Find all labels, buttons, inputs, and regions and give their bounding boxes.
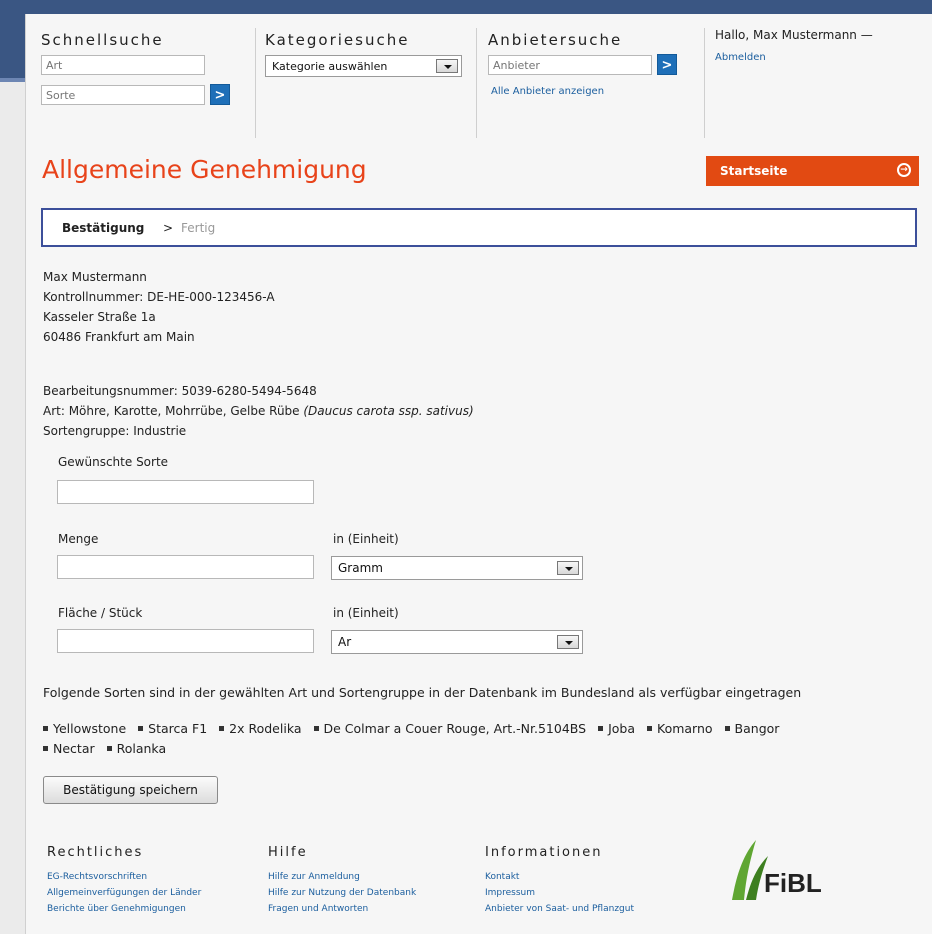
- category-select-value: Kategorie auswählen: [272, 60, 388, 73]
- quick-search-go-button[interactable]: >: [210, 84, 230, 105]
- list-item: De Colmar a Couer Rouge, Art.-Nr.5104BS: [313, 721, 587, 736]
- list-item-label: Bangor: [734, 721, 780, 736]
- page-title: Allgemeine Genehmigung: [42, 155, 367, 184]
- art-name: Art: Möhre, Karotte, Mohrrübe, Gelbe Rüb…: [43, 404, 304, 418]
- quantity-label: Menge: [58, 532, 99, 546]
- list-item-label: De Colmar a Couer Rouge, Art.-Nr.5104BS: [323, 721, 587, 736]
- variety-group: Sortengruppe: Industrie: [43, 424, 187, 438]
- save-confirmation-button[interactable]: Bestätigung speichern: [43, 776, 218, 804]
- list-item-label: Rolanka: [116, 741, 167, 756]
- list-item: Komarno: [647, 721, 713, 736]
- logout-link[interactable]: Abmelden: [715, 52, 766, 63]
- address-name: Max Mustermann: [43, 270, 147, 284]
- list-item-label: Starca F1: [148, 721, 208, 736]
- available-list-row2: Nectar Rolanka: [43, 741, 174, 756]
- footer-link-kontakt[interactable]: Kontakt: [485, 872, 519, 882]
- area-unit-select[interactable]: Ar: [331, 630, 583, 654]
- list-item: Joba: [598, 721, 635, 736]
- bullet-icon: [724, 726, 730, 731]
- supplier-search-go-button[interactable]: >: [657, 54, 677, 75]
- home-button-label: Startseite: [720, 164, 788, 178]
- list-item: Rolanka: [106, 741, 167, 756]
- quick-search-title: Schnellsuche: [41, 31, 164, 49]
- quick-search-art-input[interactable]: [41, 55, 205, 75]
- home-button[interactable]: Startseite →: [706, 156, 919, 186]
- bullet-icon: [647, 726, 652, 731]
- step-current: Bestätigung: [62, 221, 145, 235]
- art-line: Art: Möhre, Karotte, Mohrrübe, Gelbe Rüb…: [43, 404, 474, 418]
- art-latin: (Daucus carota ssp. sativus): [303, 404, 474, 418]
- processing-number: Bearbeitungsnummer: 5039-6280-5494-5648: [43, 384, 317, 398]
- list-item-label: Joba: [608, 721, 636, 736]
- bullet-icon: [43, 726, 48, 731]
- category-select[interactable]: Kategorie auswählen: [265, 55, 462, 77]
- address-street: Kasseler Straße 1a: [43, 310, 156, 324]
- bullet-icon: [219, 726, 225, 731]
- footer-info-title: Informationen: [485, 845, 603, 860]
- header-divider: [704, 28, 705, 138]
- supplier-search-title: Anbietersuche: [488, 31, 623, 49]
- list-item-label: 2x Rodelika: [229, 721, 302, 736]
- quantity-unit-label: in (Einheit): [333, 532, 399, 546]
- footer-link-allgemeinverfuegungen[interactable]: Allgemeinverfügungen der Länder: [47, 888, 201, 898]
- chevron-down-icon: [436, 59, 458, 73]
- list-item: 2x Rodelika: [219, 721, 302, 736]
- step-indicator: Bestätigung > Fertig: [41, 208, 917, 247]
- bullet-icon: [43, 746, 48, 751]
- step-separator: >: [163, 221, 174, 235]
- footer-link-impressum[interactable]: Impressum: [485, 888, 535, 898]
- list-item: Nectar: [43, 741, 95, 756]
- footer-legal-title: Rechtliches: [47, 845, 144, 860]
- available-intro: Folgende Sorten sind in der gewählten Ar…: [43, 685, 802, 700]
- area-input[interactable]: [57, 629, 314, 653]
- area-unit-label: in (Einheit): [333, 606, 399, 620]
- list-item: Yellowstone: [43, 721, 126, 736]
- footer-link-faq[interactable]: Fragen und Antworten: [268, 904, 368, 914]
- header-divider: [255, 28, 256, 138]
- footer-help-title: Hilfe: [268, 845, 308, 860]
- desired-variety-label: Gewünschte Sorte: [58, 455, 169, 469]
- bullet-icon: [106, 746, 112, 751]
- list-item-label: Komarno: [657, 721, 713, 736]
- page-container: Schnellsuche > Kategoriesuche Kategorie …: [25, 14, 932, 934]
- footer-link-eg-rechtsvorschriften[interactable]: EG-Rechtsvorschriften: [47, 872, 147, 882]
- desired-variety-input[interactable]: [57, 480, 314, 504]
- supplier-search-input[interactable]: [488, 55, 652, 75]
- bullet-icon: [598, 726, 604, 731]
- quantity-unit-select[interactable]: Gramm: [331, 556, 583, 580]
- fibl-logo-text: FiBL: [764, 868, 822, 898]
- list-item: Starca F1: [138, 721, 207, 736]
- area-unit-value: Ar: [338, 635, 352, 649]
- category-search-title: Kategoriesuche: [265, 31, 410, 49]
- quantity-unit-value: Gramm: [338, 561, 383, 575]
- footer-link-berichte[interactable]: Berichte über Genehmigungen: [47, 904, 186, 914]
- arrow-right-circle-icon: →: [897, 163, 911, 177]
- header-divider: [476, 28, 477, 138]
- list-item-label: Nectar: [53, 741, 95, 756]
- quick-search-sorte-input[interactable]: [41, 85, 205, 105]
- bullet-icon: [138, 726, 144, 731]
- list-item-label: Yellowstone: [53, 721, 127, 736]
- chevron-down-icon: [557, 635, 579, 649]
- list-item: Bangor: [724, 721, 780, 736]
- chevron-down-icon: [557, 561, 579, 575]
- bullet-icon: [313, 726, 319, 731]
- footer-link-hilfe-datenbank[interactable]: Hilfe zur Nutzung der Datenbank: [268, 888, 416, 898]
- address-control-number: Kontrollnummer: DE-HE-000-123456-A: [43, 290, 275, 304]
- footer-link-hilfe-anmeldung[interactable]: Hilfe zur Anmeldung: [268, 872, 360, 882]
- user-greeting: Hallo, Max Mustermann —: [715, 28, 873, 42]
- footer-link-anbieter[interactable]: Anbieter von Saat- und Pflanzgut: [485, 904, 634, 914]
- quantity-input[interactable]: [57, 555, 314, 579]
- available-list-row1: Yellowstone Starca F1 2x Rodelika De Col…: [43, 721, 787, 736]
- address-city: 60486 Frankfurt am Main: [43, 330, 195, 344]
- fibl-logo[interactable]: FiBL: [726, 838, 866, 908]
- area-label: Fläche / Stück: [58, 606, 143, 620]
- all-suppliers-link[interactable]: Alle Anbieter anzeigen: [491, 86, 604, 97]
- step-next: Fertig: [181, 221, 216, 235]
